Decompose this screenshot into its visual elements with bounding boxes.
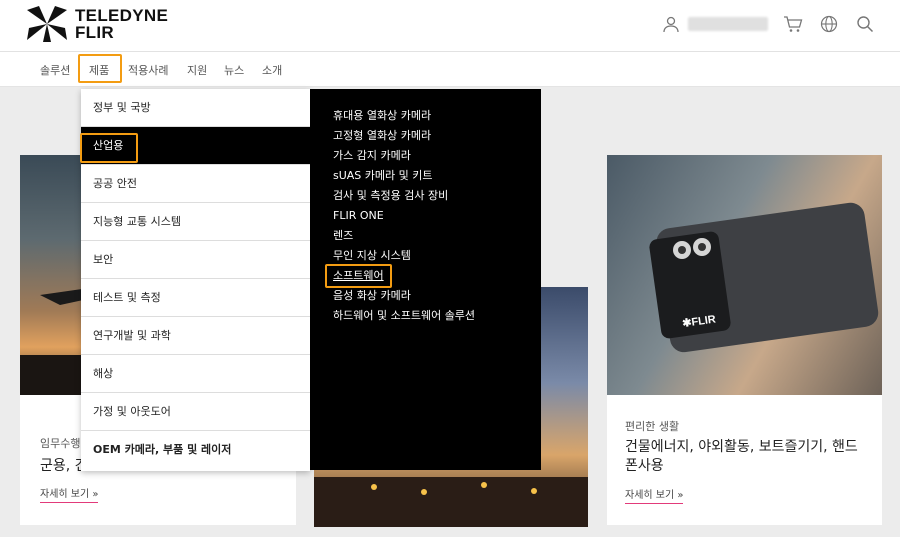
card-image-flir-one-phone: ✱FLIR [607, 155, 882, 395]
submenu-inspection-equipment[interactable]: 검사 및 측정용 검사 장비 [333, 189, 448, 203]
site-header: TELEDYNE FLIR [0, 0, 900, 52]
card-convenient-life[interactable]: ✱FLIR 편리한 생활 건물에너지, 야외활동, 보트즐기기, 핸드 폰사용 … [607, 155, 882, 525]
menu-category-intelligent-transport[interactable]: 지능형 교통 시스템 [81, 203, 310, 241]
main-nav: 솔루션 제품 적용사례 지원 뉴스 소개 [0, 52, 900, 87]
menu-category-security[interactable]: 보안 [81, 241, 310, 279]
logo-text: TELEDYNE FLIR [75, 6, 169, 42]
search-icon[interactable] [854, 13, 876, 35]
menu-category-marine[interactable]: 해상 [81, 355, 310, 393]
submenu-gas-detection[interactable]: 가스 감지 카메라 [333, 149, 411, 163]
submenu-handheld-thermal[interactable]: 휴대용 열화상 카메라 [333, 109, 431, 123]
menu-category-rnd-science[interactable]: 연구개발 및 과학 [81, 317, 310, 355]
nav-item-applications[interactable]: 적용사례 [128, 62, 168, 78]
nav-item-solutions[interactable]: 솔루션 [40, 62, 70, 78]
card-more-link[interactable]: 자세히 보기 » [625, 486, 684, 504]
logo-mark-icon [27, 6, 67, 42]
menu-category-test-measurement[interactable]: 테스트 및 측정 [81, 279, 310, 317]
username-redacted [688, 17, 768, 31]
nav-item-news[interactable]: 뉴스 [224, 62, 244, 78]
industrial-highlight-box [80, 133, 138, 163]
submenu-flir-one[interactable]: FLIR ONE [333, 209, 384, 223]
nav-item-about[interactable]: 소개 [262, 62, 282, 78]
submenu-fixed-thermal[interactable]: 고정형 열화상 카메라 [333, 129, 431, 143]
products-highlight-box [78, 54, 122, 83]
menu-category-public-safety[interactable]: 공공 안전 [81, 165, 310, 203]
submenu-lenses[interactable]: 렌즈 [333, 229, 353, 243]
card-more-link[interactable]: 자세히 보기 » [40, 485, 99, 503]
menu-category-government-defense[interactable]: 정부 및 국방 [81, 89, 310, 127]
submenu-acoustic-camera[interactable]: 음성 화상 카메라 [333, 289, 411, 303]
card-title: 건물에너지, 야외활동, 보트즐기기, 핸드 폰사용 [625, 439, 858, 474]
submenu-suas-cameras[interactable]: sUAS 카메라 및 키트 [333, 169, 433, 183]
software-highlight-box [325, 264, 392, 288]
submenu-unmanned-ground[interactable]: 무인 지상 시스템 [333, 249, 411, 263]
menu-category-oem[interactable]: OEM 카메라, 부품 및 레이저 [81, 431, 310, 469]
submenu-hw-sw-solutions[interactable]: 하드웨어 및 소프트웨어 솔루션 [333, 309, 475, 323]
globe-icon[interactable] [818, 13, 840, 35]
nav-item-support[interactable]: 지원 [187, 62, 207, 78]
card-category: 편리한 생활 [625, 420, 680, 433]
menu-category-home-outdoor[interactable]: 가정 및 아웃도어 [81, 393, 310, 431]
teledyne-flir-logo[interactable]: TELEDYNE FLIR [27, 6, 168, 42]
user-icon[interactable] [660, 13, 682, 35]
cart-icon[interactable] [782, 13, 804, 35]
card-category: 임무수행 [40, 437, 81, 450]
